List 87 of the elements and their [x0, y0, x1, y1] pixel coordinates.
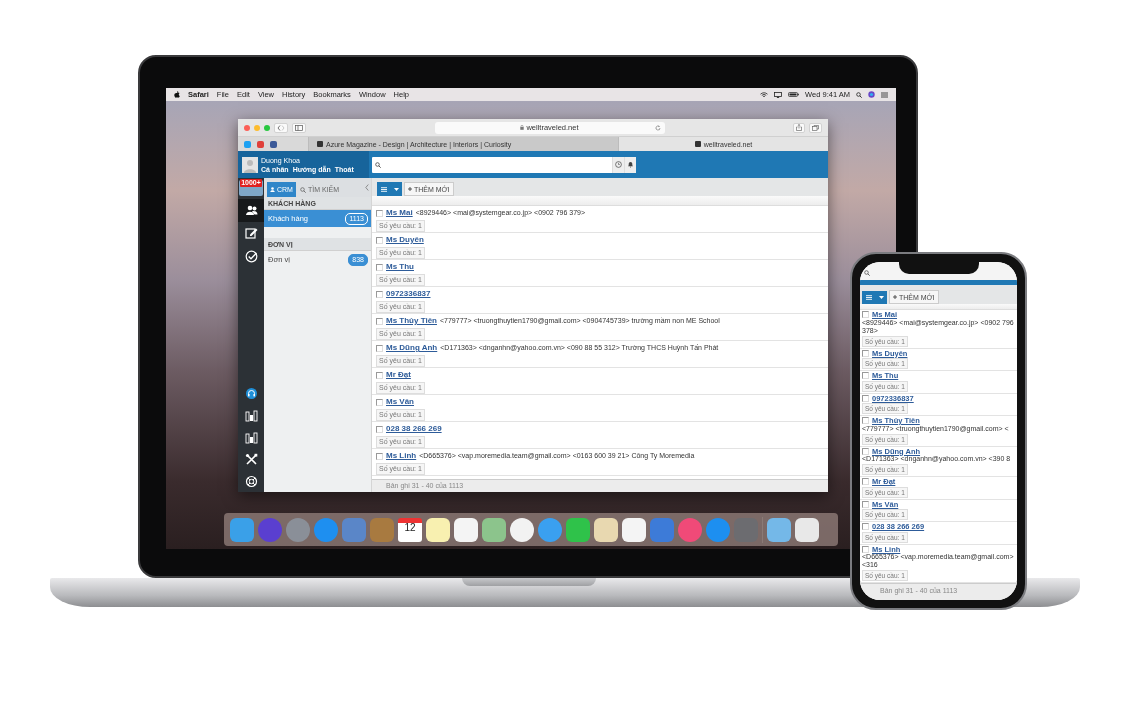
lifebuoy-icon[interactable] [244, 474, 258, 488]
app-icon[interactable] [795, 517, 819, 542]
clock-icon [615, 161, 622, 168]
contact-link[interactable]: 028 38 266 269 [386, 425, 442, 433]
reload-icon[interactable] [654, 124, 661, 131]
app-icon[interactable] [426, 517, 450, 542]
sidebar-icon [295, 124, 303, 131]
chevron-right-icon [281, 124, 285, 131]
orb-icon[interactable] [868, 91, 875, 98]
tabs-button[interactable] [809, 122, 822, 133]
checkbox[interactable] [376, 344, 383, 352]
app-icon[interactable] [622, 517, 646, 542]
checkbox[interactable] [862, 545, 869, 553]
app-icon[interactable] [510, 517, 534, 542]
display-icon[interactable] [774, 91, 783, 98]
edit-icon [244, 227, 258, 240]
chevron-left-icon [277, 124, 281, 131]
bar-chart-icon[interactable] [244, 408, 258, 422]
share-button[interactable] [793, 122, 805, 133]
person-icon [270, 187, 275, 192]
avatar-icon [242, 156, 258, 173]
search-icon [864, 270, 870, 276]
share-icon [796, 124, 802, 131]
checkbox[interactable] [376, 290, 383, 298]
notification-button[interactable] [624, 156, 636, 173]
checkbox[interactable] [862, 500, 869, 508]
app-icon[interactable] [454, 517, 478, 542]
checkbox[interactable] [862, 478, 869, 486]
list-icon[interactable] [881, 91, 888, 98]
app-icon[interactable] [594, 517, 618, 542]
checkbox[interactable] [376, 371, 383, 379]
checkbox[interactable] [862, 311, 869, 319]
contact-link[interactable]: Ms Duyên [386, 236, 424, 244]
plus-icon [893, 295, 897, 299]
calendar-icon[interactable]: 12 [398, 517, 422, 542]
checkbox[interactable] [376, 209, 383, 217]
menu-button[interactable] [862, 291, 887, 304]
plus-icon [408, 187, 412, 191]
check-circle-icon [244, 250, 258, 263]
checkbox[interactable] [376, 236, 383, 244]
caret-icon [393, 187, 399, 191]
checkbox[interactable] [376, 263, 383, 271]
rail-item[interactable] [238, 199, 264, 222]
contact-link[interactable]: Ms Thủy Tiên [386, 317, 437, 325]
battery-icon[interactable] [788, 92, 800, 97]
app-icon[interactable] [482, 517, 506, 542]
bell-icon [627, 161, 634, 168]
wifi-icon[interactable] [760, 91, 769, 98]
tabs-icon [812, 124, 819, 131]
app-icon[interactable] [566, 517, 590, 542]
checkbox[interactable] [376, 452, 383, 460]
checkbox[interactable] [862, 417, 869, 425]
app-icon[interactable] [538, 517, 562, 542]
chevron-left-icon[interactable] [365, 184, 369, 191]
tools-icon[interactable] [244, 452, 258, 466]
people-icon [244, 204, 258, 217]
back-forward-button[interactable] [274, 122, 288, 133]
menu-icon [380, 186, 387, 192]
headset-icon[interactable] [244, 386, 258, 400]
checkbox[interactable] [376, 398, 383, 406]
menu-icon [865, 295, 872, 300]
search-icon [299, 186, 306, 193]
checkbox[interactable] [376, 425, 383, 433]
sidebar-button[interactable] [292, 122, 306, 133]
checkbox[interactable] [862, 372, 869, 380]
checkbox[interactable] [862, 394, 869, 402]
search-icon [856, 91, 862, 98]
contact-link[interactable]: Ms Vân [386, 398, 414, 406]
checkbox[interactable] [862, 523, 869, 531]
contact-link[interactable]: 0972336837 [386, 290, 431, 298]
search-icon [375, 161, 381, 168]
contact-link[interactable]: Ms Dũng Anh [386, 344, 438, 352]
search-field[interactable] [372, 156, 636, 173]
contact-link[interactable]: Ms Thu [386, 263, 414, 271]
apple-icon[interactable] [174, 91, 180, 98]
contact-link[interactable]: Ms Mai [386, 209, 413, 217]
contact-link[interactable]: Mr Đạt [386, 371, 411, 379]
caret-icon [878, 296, 884, 299]
app-icon[interactable] [767, 517, 791, 542]
bar-chart-icon[interactable] [244, 430, 258, 444]
lock-icon [520, 125, 525, 130]
checkbox[interactable] [862, 349, 869, 357]
contact-link[interactable]: Ms Linh [386, 452, 417, 460]
checkbox[interactable] [376, 317, 383, 325]
menu-button[interactable] [377, 182, 402, 196]
history-button[interactable] [612, 156, 624, 173]
checkbox[interactable] [862, 447, 869, 455]
